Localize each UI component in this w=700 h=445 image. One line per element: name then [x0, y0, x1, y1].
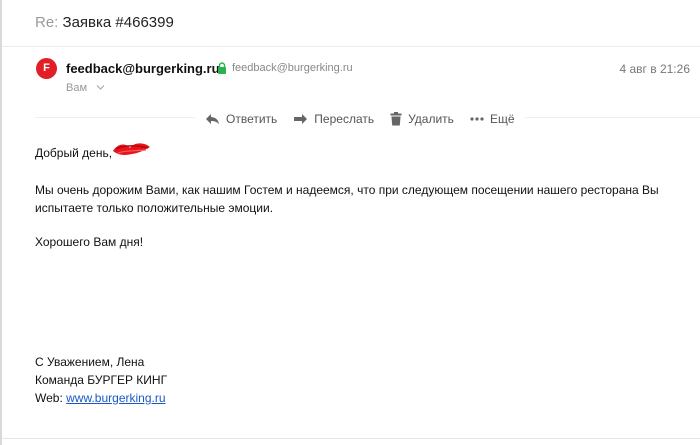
header-divider	[2, 46, 700, 47]
signature-web: Web: www.burgerking.ru	[35, 389, 167, 407]
body-paragraph: Мы очень дорожим Вами, как нашим Гостем …	[35, 183, 659, 215]
message-toolbar: Ответить Переслать Удалить Ещё	[195, 110, 525, 128]
signature-line-1: С Уважением, Лена	[35, 355, 145, 369]
sender-avatar[interactable]: F	[36, 58, 57, 79]
web-label: Web:	[35, 391, 63, 405]
reply-button[interactable]: Ответить	[205, 112, 277, 126]
bottom-divider	[2, 438, 700, 439]
more-button[interactable]: Ещё	[470, 112, 515, 126]
forward-label: Переслать	[314, 112, 375, 126]
subject-text: Заявка #466399	[62, 14, 174, 31]
delete-button[interactable]: Удалить	[390, 112, 454, 126]
signature-line-2: Команда БУРГЕР КИНГ	[35, 373, 168, 387]
redaction-scribble	[113, 143, 150, 155]
sender-email[interactable]: feedback@burgerking.ru	[232, 62, 353, 74]
more-label: Ещё	[489, 112, 515, 126]
reply-icon	[206, 114, 219, 125]
lock-icon	[218, 62, 226, 74]
recipient[interactable]: Вам	[66, 82, 87, 94]
website-link[interactable]: www.burgerking.ru	[66, 391, 165, 405]
sender-name[interactable]: feedback@burgerking.ru	[66, 61, 220, 76]
message-date: 4 авг в 21:26	[619, 62, 690, 76]
reply-label: Ответить	[226, 112, 278, 126]
subject-prefix: Re:	[35, 14, 59, 31]
left-divider	[0, 0, 2, 445]
greeting-text: Добрый день,	[35, 146, 113, 160]
trash-icon	[390, 112, 402, 126]
email-view: Re: Заявка #466399 F feedback@burgerking…	[0, 0, 700, 445]
delete-label: Удалить	[408, 112, 454, 126]
forward-icon	[294, 114, 308, 124]
chevron-down-icon[interactable]	[96, 84, 105, 91]
email-subject: Re: Заявка #466399	[35, 14, 174, 31]
forward-button[interactable]: Переслать	[293, 112, 374, 126]
signature: С Уважением, Лена Команда БУРГЕР КИНГ We…	[35, 353, 167, 407]
more-dots-icon	[470, 117, 484, 121]
wish-text: Хорошего Вам дня!	[35, 235, 144, 249]
